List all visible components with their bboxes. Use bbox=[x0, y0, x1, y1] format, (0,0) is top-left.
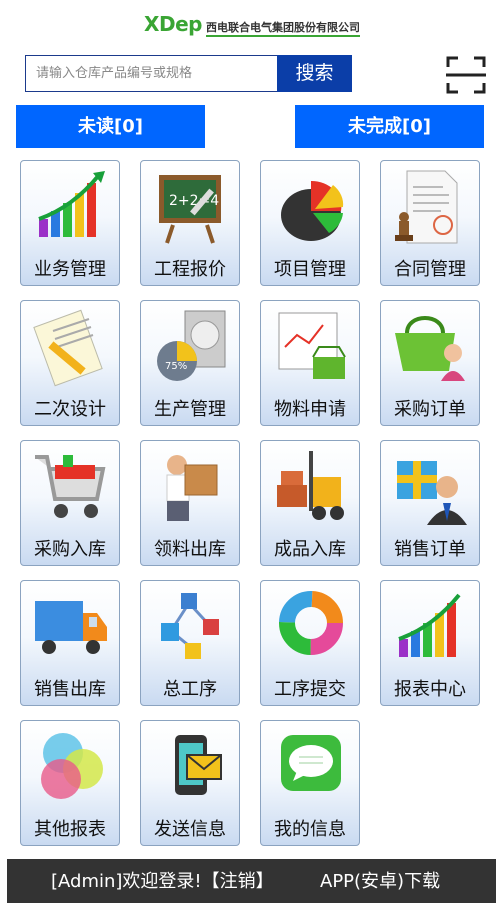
menu-label: 成品入库 bbox=[274, 539, 346, 560]
menu-label: 生产管理 bbox=[154, 399, 226, 420]
forklift-icon bbox=[277, 451, 344, 520]
menu-label: 销售订单 bbox=[394, 539, 466, 560]
tab-incomplete[interactable]: 未完成[0] bbox=[295, 105, 484, 148]
menu-item-business[interactable]: 业务管理 bbox=[20, 160, 120, 286]
menu-item-product-stock-in[interactable]: 成品入库 bbox=[260, 440, 360, 566]
menu-label: 采购订单 bbox=[394, 399, 466, 420]
menu-item-process[interactable]: 总工序 bbox=[140, 580, 240, 706]
bar-chart-growth-icon bbox=[38, 171, 105, 237]
shopping-cart-icon bbox=[35, 455, 106, 518]
brand-logo: XDep bbox=[144, 12, 202, 36]
hard-drive-progress-icon: 75% bbox=[157, 310, 226, 381]
welcome-label: [Admin]欢迎登录! bbox=[51, 871, 202, 892]
menu-label: 采购入库 bbox=[34, 539, 106, 560]
notepad-pencil-icon bbox=[33, 309, 103, 387]
menu-item-purchase-order[interactable]: 采购订单 bbox=[380, 300, 480, 426]
pie-chart-icon bbox=[281, 180, 344, 241]
gift-businessman-icon bbox=[397, 461, 467, 525]
menu-item-design[interactable]: 二次设计 bbox=[20, 300, 120, 426]
menu-label: 发送信息 bbox=[154, 819, 226, 840]
menu-item-material-out[interactable]: 领料出库 bbox=[140, 440, 240, 566]
colored-circles-icon bbox=[41, 733, 103, 799]
message-bubble-icon bbox=[281, 735, 341, 791]
menu-label: 其他报表 bbox=[34, 819, 106, 840]
menu-item-process-submit[interactable]: 工序提交 bbox=[260, 580, 360, 706]
scan-icon[interactable] bbox=[446, 55, 486, 95]
header-logo: XDep 西电联合电气集团股份有限公司 bbox=[0, 12, 504, 37]
menu-label: 领料出库 bbox=[154, 539, 226, 560]
report-bar-chart-icon bbox=[398, 593, 461, 657]
shopping-basket-person-icon bbox=[395, 316, 465, 381]
menu-label: 我的信息 bbox=[274, 819, 346, 840]
menu-item-my-message[interactable]: 我的信息 bbox=[260, 720, 360, 846]
menu-item-purchase-stock-in[interactable]: 采购入库 bbox=[20, 440, 120, 566]
menu-item-material-request[interactable]: 物料申请 bbox=[260, 300, 360, 426]
search-button[interactable]: 搜索 bbox=[277, 55, 352, 92]
menu-label: 总工序 bbox=[163, 679, 217, 700]
search-bar: 搜索 bbox=[25, 55, 352, 92]
menu-label: 工序提交 bbox=[274, 679, 346, 700]
menu-item-report-center[interactable]: 报表中心 bbox=[380, 580, 480, 706]
footer-bar: [Admin]欢迎登录!【注销】 APP(安卓)下载 bbox=[7, 859, 496, 903]
menu-label: 报表中心 bbox=[394, 679, 466, 700]
menu-item-project[interactable]: 项目管理 bbox=[260, 160, 360, 286]
menu-label: 合同管理 bbox=[394, 259, 466, 280]
tab-unread[interactable]: 未读[0] bbox=[16, 105, 205, 148]
chalkboard-math-icon: 2+2=4 bbox=[159, 175, 221, 244]
menu-label: 物料申请 bbox=[274, 399, 346, 420]
app-download-link[interactable]: APP(安卓)下载 bbox=[320, 859, 440, 905]
welcome-text: [Admin]欢迎登录!【注销】 bbox=[51, 859, 274, 905]
menu-label: 项目管理 bbox=[274, 259, 346, 280]
svg-text:75%: 75% bbox=[165, 361, 187, 372]
menu-item-sales-order[interactable]: 销售订单 bbox=[380, 440, 480, 566]
company-name: 西电联合电气集团股份有限公司 bbox=[205, 21, 360, 37]
logout-link[interactable]: 【注销】 bbox=[202, 871, 274, 892]
menu-item-sales-out[interactable]: 销售出库 bbox=[20, 580, 120, 706]
phone-envelope-icon bbox=[175, 735, 222, 795]
ring-chart-icon bbox=[279, 591, 343, 655]
menu-item-send-message[interactable]: 发送信息 bbox=[140, 720, 240, 846]
delivery-man-box-icon bbox=[166, 455, 218, 521]
menu-item-quotation[interactable]: 2+2=4 工程报价 bbox=[140, 160, 240, 286]
menu-item-production[interactable]: 75% 生产管理 bbox=[140, 300, 240, 426]
menu-item-other-reports[interactable]: 其他报表 bbox=[20, 720, 120, 846]
menu-label: 业务管理 bbox=[34, 259, 106, 280]
contract-stamp-icon bbox=[395, 170, 458, 244]
chart-basket-icon bbox=[278, 312, 346, 379]
menu-label: 工程报价 bbox=[154, 259, 226, 280]
menu-item-contract[interactable]: 合同管理 bbox=[380, 160, 480, 286]
process-cubes-icon bbox=[161, 593, 219, 659]
svg-text:2+2=4: 2+2=4 bbox=[169, 193, 219, 209]
menu-label: 二次设计 bbox=[34, 399, 106, 420]
delivery-truck-icon bbox=[35, 601, 107, 654]
search-input[interactable] bbox=[25, 55, 277, 92]
menu-label: 销售出库 bbox=[34, 679, 106, 700]
